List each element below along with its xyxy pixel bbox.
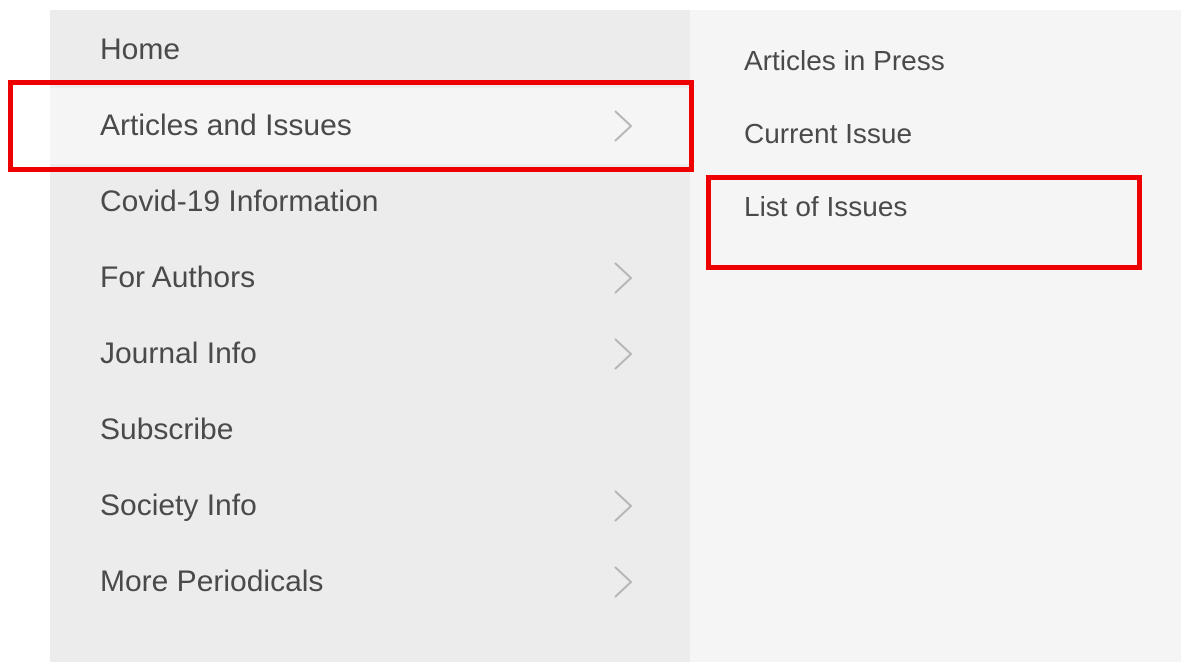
- main-menu-panel: Home Articles and Issues Covid-19 Inform…: [50, 10, 690, 662]
- menu-item-home[interactable]: Home: [50, 12, 690, 88]
- chevron-right-icon: [612, 337, 634, 371]
- menu-item-more-periodicals[interactable]: More Periodicals: [50, 544, 690, 620]
- menu-item-journal-info[interactable]: Journal Info: [50, 316, 690, 392]
- submenu-item-list-of-issues[interactable]: List of Issues: [744, 180, 1124, 234]
- menu-item-label: Articles and Issues: [100, 109, 352, 142]
- menu-item-label: More Periodicals: [100, 565, 324, 598]
- chevron-right-icon: [612, 109, 634, 143]
- submenu-item-current-issue[interactable]: Current Issue: [744, 107, 1124, 161]
- chevron-right-icon: [612, 261, 634, 295]
- menu-item-label: Journal Info: [100, 337, 257, 370]
- menu-item-articles-and-issues[interactable]: Articles and Issues: [50, 88, 690, 164]
- menu-item-subscribe[interactable]: Subscribe: [50, 392, 690, 468]
- menu-item-label: For Authors: [100, 261, 256, 294]
- menu-item-label: Covid-19 Information: [100, 185, 379, 218]
- submenu-item-articles-in-press[interactable]: Articles in Press: [744, 34, 1124, 88]
- menu-item-covid-19-information[interactable]: Covid-19 Information: [50, 164, 690, 240]
- submenu-panel: Articles in Press Current Issue List of …: [690, 10, 1181, 662]
- menu-item-label: Subscribe: [100, 413, 234, 446]
- submenu-item-label: Articles in Press: [744, 45, 945, 76]
- menu-item-label: Home: [100, 33, 181, 66]
- chevron-right-icon: [612, 489, 634, 523]
- submenu-item-label: List of Issues: [744, 191, 908, 222]
- submenu-item-label: Current Issue: [744, 118, 913, 149]
- chevron-right-icon: [612, 565, 634, 599]
- menu-item-society-info[interactable]: Society Info: [50, 468, 690, 544]
- menu-item-label: Society Info: [100, 489, 257, 522]
- menu-item-for-authors[interactable]: For Authors: [50, 240, 690, 316]
- navigation-menu: Home Articles and Issues Covid-19 Inform…: [50, 10, 1181, 662]
